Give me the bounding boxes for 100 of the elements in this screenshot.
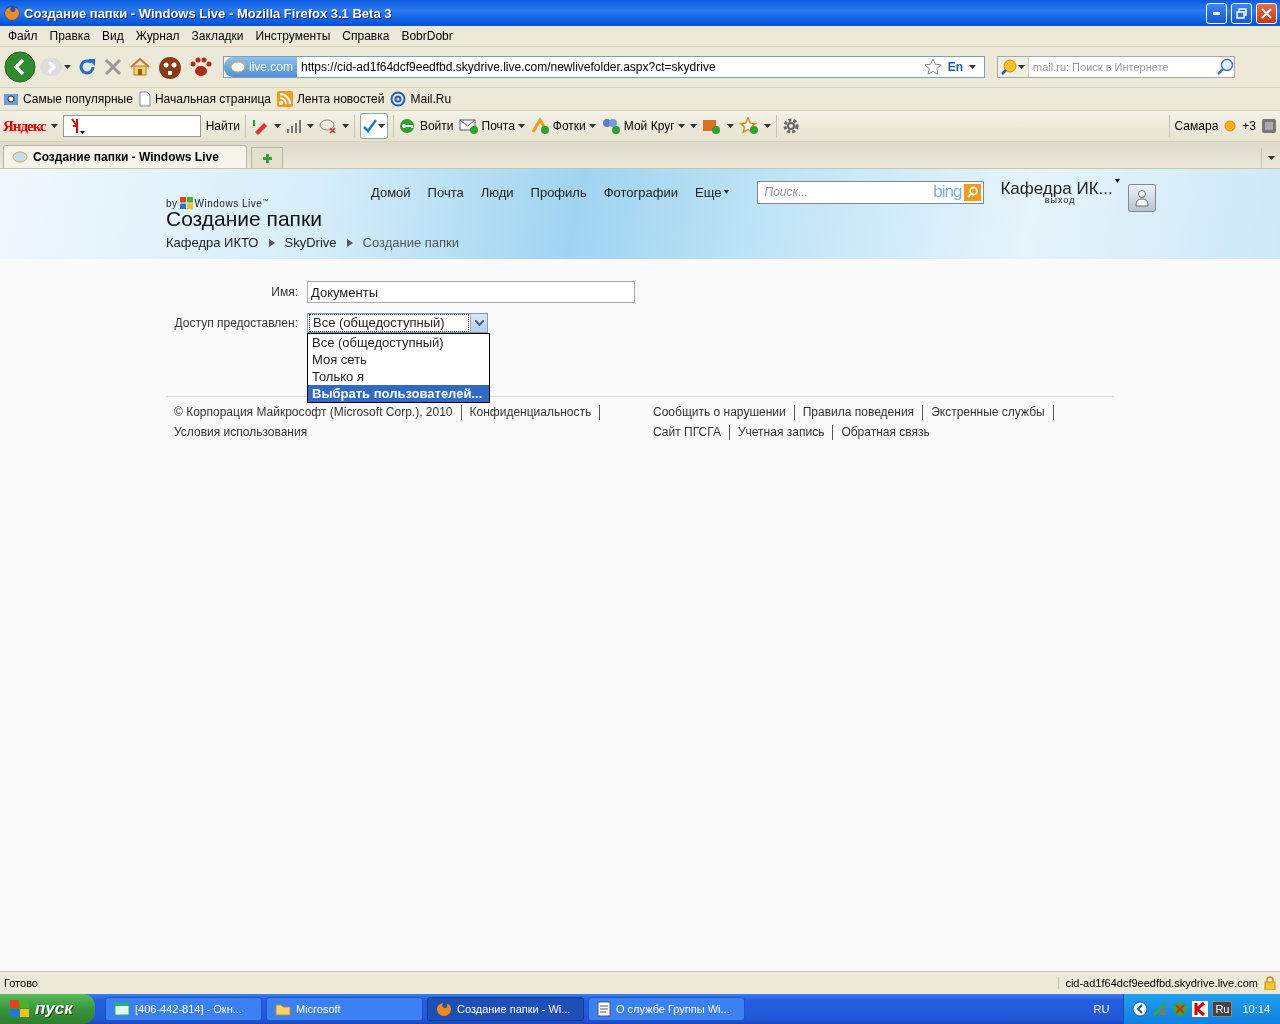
dropdown-option[interactable]: Выбрать пользователей... <box>308 385 489 402</box>
user-name-menu[interactable]: Кафедра ИК... <box>1000 179 1120 199</box>
language-indicator: En <box>947 60 963 74</box>
browser-tab[interactable]: Создание папки - Windows Live <box>3 145 247 168</box>
chevron-left-icon[interactable] <box>1132 1001 1149 1017</box>
dropdown-caret-icon[interactable] <box>50 124 58 128</box>
field-label: Имя: <box>270 285 298 299</box>
footer-link[interactable]: Учетная запись <box>729 425 834 440</box>
globe-icon <box>12 151 28 163</box>
language-indicator[interactable]: RU <box>1093 1003 1110 1015</box>
search-icon[interactable] <box>1216 58 1234 76</box>
back-forward-button[interactable] <box>4 51 71 83</box>
address-bar[interactable]: live.com https://cid-ad1f64dcf9eedfbd.skydrive.live.com/newlivefolder.aspx?ct=skydrive En <box>223 56 985 78</box>
menu-item[interactable]: Инструменты <box>249 29 337 43</box>
dropdown-caret-icon[interactable] <box>1018 65 1025 69</box>
footer-link[interactable]: Обратная связь <box>833 425 938 440</box>
new-tab-button[interactable] <box>251 147 283 168</box>
site-nav-link[interactable]: Почта <box>427 184 464 200</box>
toolbar-menu-icon[interactable] <box>1261 118 1277 134</box>
find-button[interactable]: Найти <box>205 119 240 133</box>
footer-link[interactable]: Сайт ПГСГА <box>653 425 730 440</box>
field-label: Доступ предоставлен: <box>173 316 298 330</box>
yandex-logo[interactable]: Яндекс <box>3 117 46 135</box>
settings-icon[interactable] <box>781 117 800 135</box>
dropdown-caret-icon[interactable] <box>588 124 596 128</box>
window-title: Создание папки - Windows Live - Mozilla Firefox 3.1 Beta 3 <box>24 5 393 21</box>
brand-by-text: by <box>166 198 178 209</box>
globe-icon <box>230 61 246 73</box>
menu-item[interactable]: Файл <box>2 29 44 43</box>
close-icon <box>1261 7 1272 19</box>
bookmark-link[interactable]: Начальная страница <box>138 91 271 107</box>
spellcheck-button[interactable] <box>359 113 388 139</box>
menu-item[interactable]: Правка <box>43 29 97 43</box>
name-input-field[interactable]: Документы <box>307 281 635 303</box>
start-button[interactable]: пуск <box>0 994 95 1024</box>
dropdown-caret-icon[interactable] <box>726 124 734 128</box>
yandex-search-field[interactable] <box>62 115 201 137</box>
taskbar-button[interactable]: Microsoft <box>266 997 423 1021</box>
yandex-service-button[interactable]: Почта <box>458 118 525 134</box>
avatar-button[interactable] <box>1127 184 1156 212</box>
breadcrumb-link[interactable]: Кафедра ИКТО <box>166 235 259 250</box>
status-url: cid-ad1f64dcf9eedfbd.skydrive.live.com <box>1058 977 1258 989</box>
site-nav-link[interactable]: Люди <box>480 184 514 200</box>
menu-item[interactable]: Справка <box>336 29 396 43</box>
marker-icon[interactable] <box>250 117 269 135</box>
taskbar-button[interactable]: [406-442-814] - Окн... <box>105 997 262 1021</box>
footer-link[interactable]: Экстренные службы <box>923 405 1054 420</box>
bing-logo: bing <box>933 182 962 202</box>
footer-link[interactable]: Сообщить о нарушении <box>653 405 795 420</box>
folder-icon <box>275 1002 291 1016</box>
breadcrumb-link[interactable]: SkyDrive <box>284 235 337 250</box>
taskbar-button[interactable]: Создание папки - Wi... <box>427 997 584 1021</box>
star-outline-icon[interactable] <box>738 117 759 135</box>
footer-link[interactable]: Конфиденциальность <box>461 405 601 420</box>
dropdown-caret-icon[interactable] <box>306 124 314 128</box>
yandex-service-button[interactable]: Войти <box>398 118 454 134</box>
menu-item[interactable]: BobrDobr <box>395 29 459 43</box>
dropdown-caret-icon[interactable] <box>1267 156 1275 160</box>
bookmark-link[interactable]: Лента новостей <box>277 91 385 107</box>
minimize-icon <box>1213 11 1220 15</box>
dropdown-option[interactable]: Только я <box>308 368 489 385</box>
footer-link[interactable]: © Корпорация Майкрософт (Microsoft Corp.), 2010 <box>166 405 462 420</box>
menu-item[interactable]: Вид <box>96 29 130 43</box>
dropdown-caret-icon[interactable] <box>273 124 281 128</box>
restore-button[interactable] <box>1231 2 1252 24</box>
footer-link[interactable]: Условия использования <box>166 425 316 440</box>
search-engine-button[interactable] <box>998 57 1029 77</box>
bookmark-link[interactable]: Самые популярные <box>3 92 133 106</box>
signal-bars-icon[interactable] <box>285 118 302 134</box>
yandex-service-button[interactable]: Мой Круг <box>600 117 685 135</box>
yandex-service-button[interactable]: Фотки <box>529 117 596 135</box>
menu-item[interactable]: Журнал <box>129 29 186 43</box>
site-nav-link[interactable]: Профиль <box>530 184 587 200</box>
minimize-button[interactable] <box>1206 2 1227 24</box>
site-nav-link[interactable]: Домой <box>371 184 411 200</box>
dropdown-caret-icon[interactable] <box>763 124 771 128</box>
taskbar-button[interactable]: О службе Группы Wi... <box>588 997 745 1021</box>
dropdown-caret-icon[interactable] <box>64 65 71 69</box>
paw-icon[interactable] <box>189 56 213 78</box>
envelope-icon <box>458 118 479 134</box>
reload-icon[interactable] <box>77 57 97 77</box>
site-nav-link[interactable]: Фотографии <box>603 184 678 200</box>
home-icon[interactable] <box>129 57 151 77</box>
close-button[interactable] <box>1256 2 1277 24</box>
bookmark-link[interactable]: Mail.Ru <box>390 91 452 107</box>
dropdown-caret-icon[interactable] <box>377 124 385 128</box>
firefox-logo-icon <box>4 5 20 21</box>
footer-link[interactable]: Правила поведения <box>794 405 924 420</box>
k-letter-icon[interactable] <box>1192 1001 1209 1017</box>
dropdown-option[interactable]: Моя сеть <box>308 351 489 368</box>
chat-cross-icon[interactable] <box>318 118 337 134</box>
dropdown-caret-icon[interactable] <box>517 124 525 128</box>
dropdown-caret-icon[interactable] <box>969 65 976 69</box>
weather-city: Самара <box>1174 119 1219 133</box>
input-language-indicator[interactable]: Ru <box>1212 1001 1233 1017</box>
dropdown-caret-icon[interactable] <box>341 124 349 128</box>
menu-item[interactable]: Закладки <box>185 29 250 43</box>
bookmark-star-icon[interactable] <box>923 58 942 76</box>
site-nav-link[interactable]: Еще <box>695 184 730 200</box>
dropdown-option[interactable]: Все (общедоступный) <box>308 334 489 351</box>
